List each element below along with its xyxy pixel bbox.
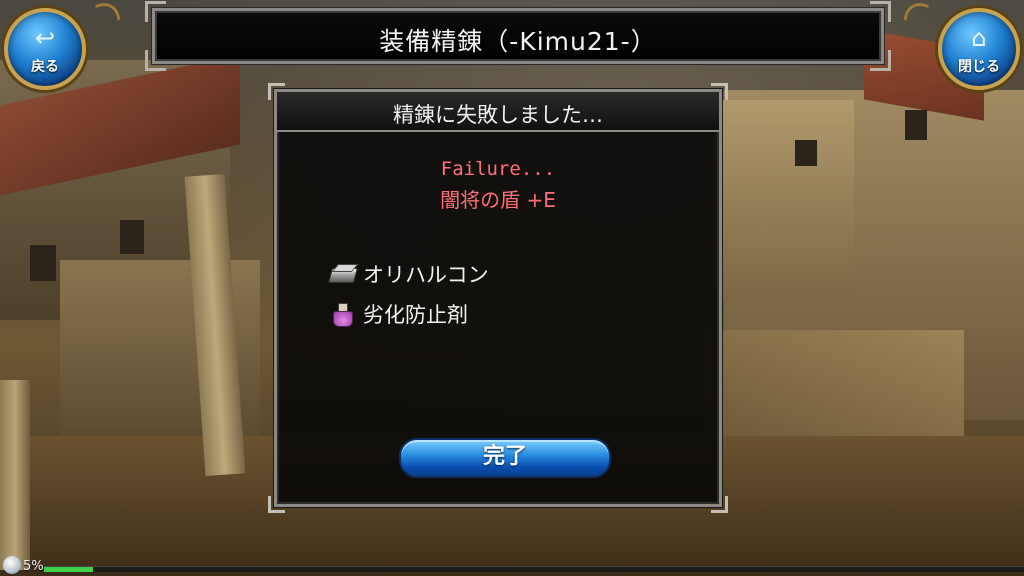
done-button-label: 完了 xyxy=(482,444,527,469)
status-orb-icon xyxy=(3,556,21,574)
frame-corner xyxy=(145,1,166,22)
failure-text: Failure... xyxy=(440,158,556,180)
window xyxy=(795,140,817,166)
frame-corner xyxy=(870,1,891,22)
refine-result-dialog: 精錬に失敗しました… Failure... 闇将の盾 +E オリハルコン 劣化防… xyxy=(268,83,728,513)
progress-percent: 5% xyxy=(23,559,44,574)
home-icon: ⌂ xyxy=(971,24,987,52)
stone-pillar xyxy=(0,380,30,570)
back-arrow-icon: ↩ xyxy=(34,24,56,52)
back-button-label: 戻る xyxy=(31,59,59,75)
material-name: オリハルコン xyxy=(363,263,489,287)
progress-track xyxy=(44,566,1024,572)
material-item: オリハルコン xyxy=(329,259,489,289)
frame-corner xyxy=(711,496,728,513)
window xyxy=(120,220,144,254)
close-button-label: 閉じる xyxy=(958,59,1000,75)
title-bar: 装備精錬（-Kimu21-） xyxy=(145,1,891,71)
material-item: 劣化防止剤 xyxy=(329,299,468,329)
frame-corner xyxy=(268,496,285,513)
flask-icon xyxy=(329,301,357,327)
building xyxy=(714,100,854,300)
done-button[interactable]: 完了 xyxy=(399,438,611,478)
progress-fill xyxy=(44,567,93,572)
material-name: 劣化防止剤 xyxy=(363,303,468,327)
window xyxy=(30,245,56,281)
dialog-header: 精錬に失敗しました… xyxy=(277,92,719,132)
status-bar: 5% xyxy=(0,554,1024,576)
item-name: 闇将の盾 +E xyxy=(440,188,556,212)
ingot-icon xyxy=(329,261,357,287)
close-button[interactable]: ⌂ 閉じる xyxy=(938,8,1020,90)
dialog-title: 精錬に失敗しました… xyxy=(393,103,603,127)
window xyxy=(905,110,927,140)
page-title: 装備精錬（-Kimu21-） xyxy=(379,27,657,56)
back-button[interactable]: ↩ 戻る xyxy=(4,8,86,90)
